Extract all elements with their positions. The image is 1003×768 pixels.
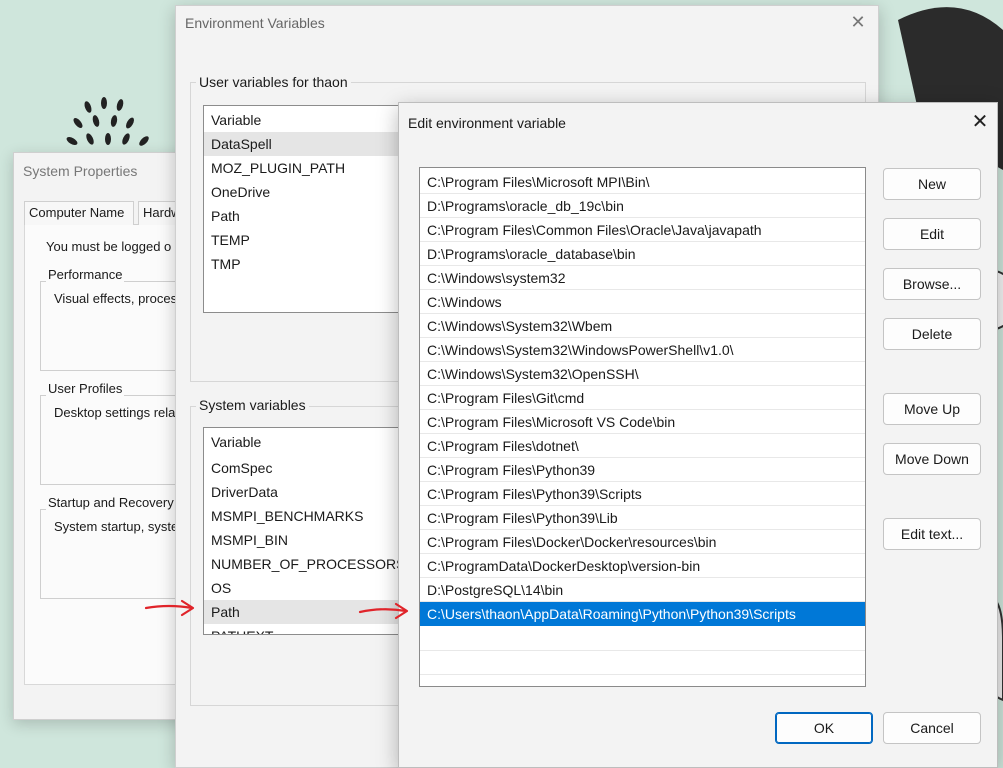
system-variable-row[interactable]: OS <box>204 576 402 600</box>
path-entry[interactable]: D:\PostgreSQL\14\bin <box>420 578 865 602</box>
annotation-arrow-icon <box>358 602 409 620</box>
path-entry[interactable]: C:\Program Files\Common Files\Oracle\Jav… <box>420 218 865 242</box>
user-variables-list[interactable]: Variable DataSpell MOZ_PLUGIN_PATH OneDr… <box>203 105 403 313</box>
edit-environment-variable-dialog: Edit environment variable ✕ C:\Program F… <box>398 102 998 768</box>
path-entry[interactable]: C:\Program Files\Git\cmd <box>420 386 865 410</box>
user-profiles-group-desc: Desktop settings rela <box>54 405 176 420</box>
path-entry-empty[interactable] <box>420 650 865 675</box>
edit-button[interactable]: Edit <box>883 218 981 250</box>
user-variables-label: User variables for thaon <box>196 74 351 90</box>
new-button[interactable]: New <box>883 168 981 200</box>
tab-computer-name[interactable]: Computer Name <box>24 201 134 225</box>
path-entry[interactable]: C:\Windows\system32 <box>420 266 865 290</box>
annotation-arrow-icon <box>144 599 195 617</box>
path-entry[interactable]: C:\Program Files\Microsoft MPI\Bin\ <box>420 170 865 194</box>
environment-variables-title: Environment Variables <box>185 15 325 31</box>
path-entry[interactable]: C:\Windows <box>420 290 865 314</box>
system-variable-row[interactable]: NUMBER_OF_PROCESSORS <box>204 552 402 576</box>
path-entries-list[interactable]: C:\Program Files\Microsoft MPI\Bin\ D:\P… <box>419 167 866 687</box>
user-variables-header[interactable]: Variable <box>204 108 402 132</box>
edit-dialog-title: Edit environment variable <box>408 115 566 131</box>
path-entry[interactable]: C:\Windows\System32\Wbem <box>420 314 865 338</box>
user-variable-row[interactable]: Path <box>204 204 402 228</box>
path-entry[interactable]: C:\Program Files\Python39\Lib <box>420 506 865 530</box>
path-entry[interactable]: C:\Program Files\dotnet\ <box>420 434 865 458</box>
path-entry[interactable]: C:\Windows\System32\OpenSSH\ <box>420 362 865 386</box>
startup-recovery-group-label: Startup and Recovery <box>46 495 176 510</box>
browse-button[interactable]: Browse... <box>883 268 981 300</box>
user-variable-row[interactable]: MOZ_PLUGIN_PATH <box>204 156 402 180</box>
system-properties-title: System Properties <box>23 163 138 179</box>
path-entry[interactable]: C:\Program Files\Microsoft VS Code\bin <box>420 410 865 434</box>
cancel-button[interactable]: Cancel <box>883 712 981 744</box>
path-entry[interactable]: D:\Programs\oracle_db_19c\bin <box>420 194 865 218</box>
delete-button[interactable]: Delete <box>883 318 981 350</box>
user-variable-row[interactable]: DataSpell <box>204 132 402 156</box>
system-variable-row[interactable]: DriverData <box>204 480 402 504</box>
startup-recovery-group-desc: System startup, syste <box>54 519 179 534</box>
env-close-icon[interactable]: ✕ <box>848 12 868 32</box>
path-entry[interactable]: D:\Programs\oracle_database\bin <box>420 242 865 266</box>
system-variable-row[interactable]: PATHEXT <box>204 624 402 634</box>
system-variable-row[interactable]: ComSpec <box>204 456 402 480</box>
system-variables-header[interactable]: Variable <box>204 430 402 454</box>
move-up-button[interactable]: Move Up <box>883 393 981 425</box>
system-variable-row[interactable]: MSMPI_BENCHMARKS <box>204 504 402 528</box>
user-variable-row[interactable]: TEMP <box>204 228 402 252</box>
user-variable-row[interactable]: TMP <box>204 252 402 276</box>
user-variable-row[interactable]: OneDrive <box>204 180 402 204</box>
performance-group-label: Performance <box>46 267 125 282</box>
path-entry[interactable]: C:\Program Files\Docker\Docker\resources… <box>420 530 865 554</box>
performance-group-desc: Visual effects, proces <box>54 291 178 306</box>
path-entry[interactable]: C:\ProgramData\DockerDesktop\version-bin <box>420 554 865 578</box>
path-entry-selected[interactable]: C:\Users\thaon\AppData\Roaming\Python\Py… <box>420 602 865 626</box>
system-variable-row[interactable]: MSMPI_BIN <box>204 528 402 552</box>
system-variables-label: System variables <box>196 397 309 413</box>
path-entry[interactable]: C:\Program Files\Python39\Scripts <box>420 482 865 506</box>
admin-note: You must be logged o <box>46 239 172 254</box>
user-profiles-group-label: User Profiles <box>46 381 125 396</box>
path-entry-empty[interactable] <box>420 626 865 651</box>
edit-text-button[interactable]: Edit text... <box>883 518 981 550</box>
path-entry[interactable]: C:\Program Files\Python39 <box>420 458 865 482</box>
path-entry[interactable]: C:\Windows\System32\WindowsPowerShell\v1… <box>420 338 865 362</box>
move-down-button[interactable]: Move Down <box>883 443 981 475</box>
ok-button[interactable]: OK <box>775 712 873 744</box>
edit-close-icon[interactable]: ✕ <box>969 111 991 133</box>
